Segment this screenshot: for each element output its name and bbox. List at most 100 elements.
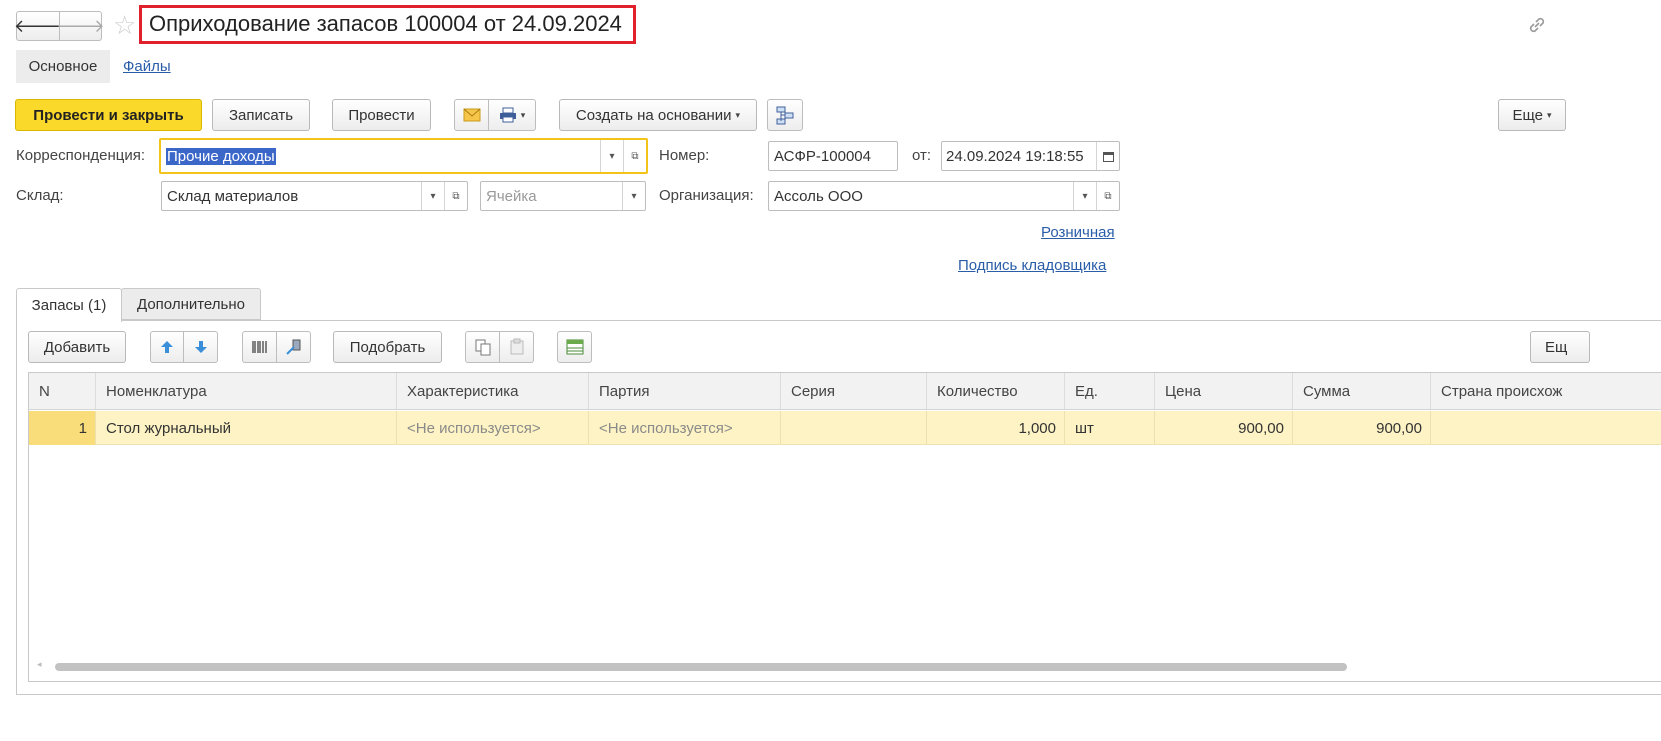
storekeeper-signature-link[interactable]: Подпись кладовщика bbox=[958, 257, 1106, 274]
forward-button[interactable]: 🡒 bbox=[56, 11, 105, 41]
cell-country[interactable] bbox=[1431, 411, 1661, 445]
paste-button[interactable] bbox=[499, 331, 534, 363]
chevron-down-icon: ▾ bbox=[520, 109, 526, 120]
chevron-down-icon[interactable]: ▾ bbox=[600, 140, 623, 172]
number-label: Номер: bbox=[659, 147, 710, 164]
paste-icon bbox=[510, 338, 523, 355]
warehouse-value: Склад материалов bbox=[167, 187, 299, 205]
tab-files[interactable]: Файлы bbox=[123, 58, 171, 75]
scanner-icon bbox=[285, 339, 300, 355]
cell-unit[interactable]: шт bbox=[1065, 411, 1155, 445]
col-header-country[interactable]: Страна происхож bbox=[1431, 373, 1661, 409]
create-based-on-button[interactable]: Создать на основании ▾ bbox=[559, 99, 757, 131]
col-header-series[interactable]: Серия bbox=[781, 373, 927, 409]
number-value: АСФР-100004 bbox=[774, 147, 871, 165]
col-header-batch[interactable]: Партия bbox=[589, 373, 781, 409]
chevron-down-icon[interactable]: ▾ bbox=[1073, 182, 1096, 210]
tab-main-label: Основное bbox=[28, 58, 98, 75]
create-based-on-label: Создать на основании bbox=[575, 106, 732, 124]
arrow-down-icon bbox=[194, 341, 207, 353]
tab-additional-label: Дополнительно bbox=[137, 295, 245, 313]
retail-link[interactable]: Розничная bbox=[1041, 224, 1115, 241]
barcode-button[interactable] bbox=[242, 331, 277, 363]
date-field[interactable]: 24.09.2024 19:18:55 bbox=[941, 141, 1120, 171]
printer-icon bbox=[499, 107, 516, 123]
grid-header-row: N Номенклатура Характеристика Партия Сер… bbox=[29, 373, 1661, 410]
date-value: 24.09.2024 19:18:55 bbox=[946, 147, 1084, 165]
favorite-star-icon[interactable]: ☆ bbox=[113, 10, 136, 40]
chevron-down-icon: ▾ bbox=[1547, 109, 1552, 120]
save-button[interactable]: Записать bbox=[212, 99, 310, 131]
post-and-close-button[interactable]: Провести и закрыть bbox=[15, 99, 202, 131]
post-button[interactable]: Провести bbox=[332, 99, 431, 131]
email-button[interactable] bbox=[454, 99, 489, 131]
correspondence-field[interactable]: Прочие доходы ▾ ⧉ bbox=[159, 138, 648, 174]
number-field[interactable]: АСФР-100004 bbox=[768, 141, 898, 171]
add-row-label: Добавить bbox=[43, 338, 111, 356]
more-label: Еще bbox=[1512, 106, 1543, 124]
tab-inventory[interactable]: Запасы (1) bbox=[16, 288, 122, 322]
tab-main[interactable]: Основное bbox=[16, 50, 110, 83]
copy-button[interactable] bbox=[465, 331, 500, 363]
cell-nomenclature[interactable]: Стол журнальный bbox=[96, 411, 397, 445]
more-button[interactable]: Еще ▾ bbox=[1498, 99, 1566, 131]
table-more-button[interactable]: Ещ bbox=[1530, 331, 1590, 363]
chevron-down-icon[interactable]: ▾ bbox=[622, 182, 645, 210]
cell-price[interactable]: 900,00 bbox=[1155, 411, 1293, 445]
date-label: от: bbox=[912, 147, 932, 164]
correspondence-value: Прочие доходы bbox=[166, 147, 276, 165]
cell-n[interactable]: 1 bbox=[29, 411, 96, 445]
move-down-button[interactable] bbox=[183, 331, 218, 363]
cell-placeholder: Ячейка bbox=[486, 187, 537, 205]
col-header-n[interactable]: N bbox=[29, 373, 96, 409]
cell-quantity[interactable]: 1,000 bbox=[927, 411, 1065, 445]
chevron-down-icon: ▾ bbox=[735, 109, 741, 120]
cell-characteristic[interactable]: <Не используется> bbox=[397, 411, 589, 445]
scroll-left-icon[interactable]: ◂ bbox=[37, 659, 42, 670]
organization-label: Организация: bbox=[659, 187, 754, 204]
col-header-sum[interactable]: Сумма bbox=[1293, 373, 1431, 409]
col-header-characteristic[interactable]: Характеристика bbox=[397, 373, 589, 409]
warehouse-field[interactable]: Склад материалов ▾ ⧉ bbox=[161, 181, 468, 211]
col-header-unit[interactable]: Ед. bbox=[1065, 373, 1155, 409]
open-icon[interactable]: ⧉ bbox=[444, 182, 467, 210]
warehouse-label: Склад: bbox=[16, 187, 64, 204]
scrollbar-thumb[interactable] bbox=[55, 663, 1347, 671]
copy-icon bbox=[475, 339, 490, 356]
post-and-close-label: Провести и закрыть bbox=[33, 106, 184, 124]
pick-label: Подобрать bbox=[349, 338, 426, 356]
table-row[interactable]: 1 Стол журнальный <Не используется> <Не … bbox=[29, 411, 1661, 445]
move-up-button[interactable] bbox=[150, 331, 184, 363]
organization-field[interactable]: Ассоль ООО ▾ ⧉ bbox=[768, 181, 1120, 211]
chevron-down-icon[interactable]: ▾ bbox=[421, 182, 444, 210]
cell-batch[interactable]: <Не используется> bbox=[589, 411, 781, 445]
col-header-quantity[interactable]: Количество bbox=[927, 373, 1065, 409]
scanner-button[interactable] bbox=[276, 331, 311, 363]
hierarchy-icon bbox=[776, 106, 794, 125]
cell-field[interactable]: Ячейка ▾ bbox=[480, 181, 646, 211]
add-row-button[interactable]: Добавить bbox=[28, 331, 126, 363]
col-header-nomenclature[interactable]: Номенклатура bbox=[96, 373, 397, 409]
pick-button[interactable]: Подобрать bbox=[333, 331, 442, 363]
correspondence-label: Корреспонденция: bbox=[16, 147, 145, 164]
cell-series[interactable] bbox=[781, 411, 927, 445]
post-label: Провести bbox=[348, 106, 415, 124]
group-edit-button[interactable] bbox=[557, 331, 592, 363]
calendar-icon[interactable] bbox=[1096, 142, 1119, 170]
organization-value: Ассоль ООО bbox=[774, 187, 863, 205]
structure-button[interactable] bbox=[767, 99, 803, 131]
link-icon[interactable] bbox=[1526, 14, 1548, 40]
col-header-price[interactable]: Цена bbox=[1155, 373, 1293, 409]
tab-additional[interactable]: Дополнительно bbox=[121, 288, 261, 320]
print-button[interactable]: ▾ bbox=[488, 99, 536, 131]
open-icon[interactable]: ⧉ bbox=[623, 140, 646, 172]
cell-sum[interactable]: 900,00 bbox=[1293, 411, 1431, 445]
open-icon[interactable]: ⧉ bbox=[1096, 182, 1119, 210]
barcode-icon bbox=[251, 341, 267, 353]
save-label: Записать bbox=[228, 106, 294, 124]
page-title: Оприходование запасов 100004 от 24.09.20… bbox=[149, 11, 622, 36]
horizontal-scrollbar[interactable]: ◂ bbox=[35, 659, 1661, 673]
tab-inventory-label: Запасы (1) bbox=[31, 297, 107, 314]
arrow-left-icon: 🡐 bbox=[13, 15, 63, 36]
back-button[interactable]: 🡐 bbox=[13, 11, 63, 41]
